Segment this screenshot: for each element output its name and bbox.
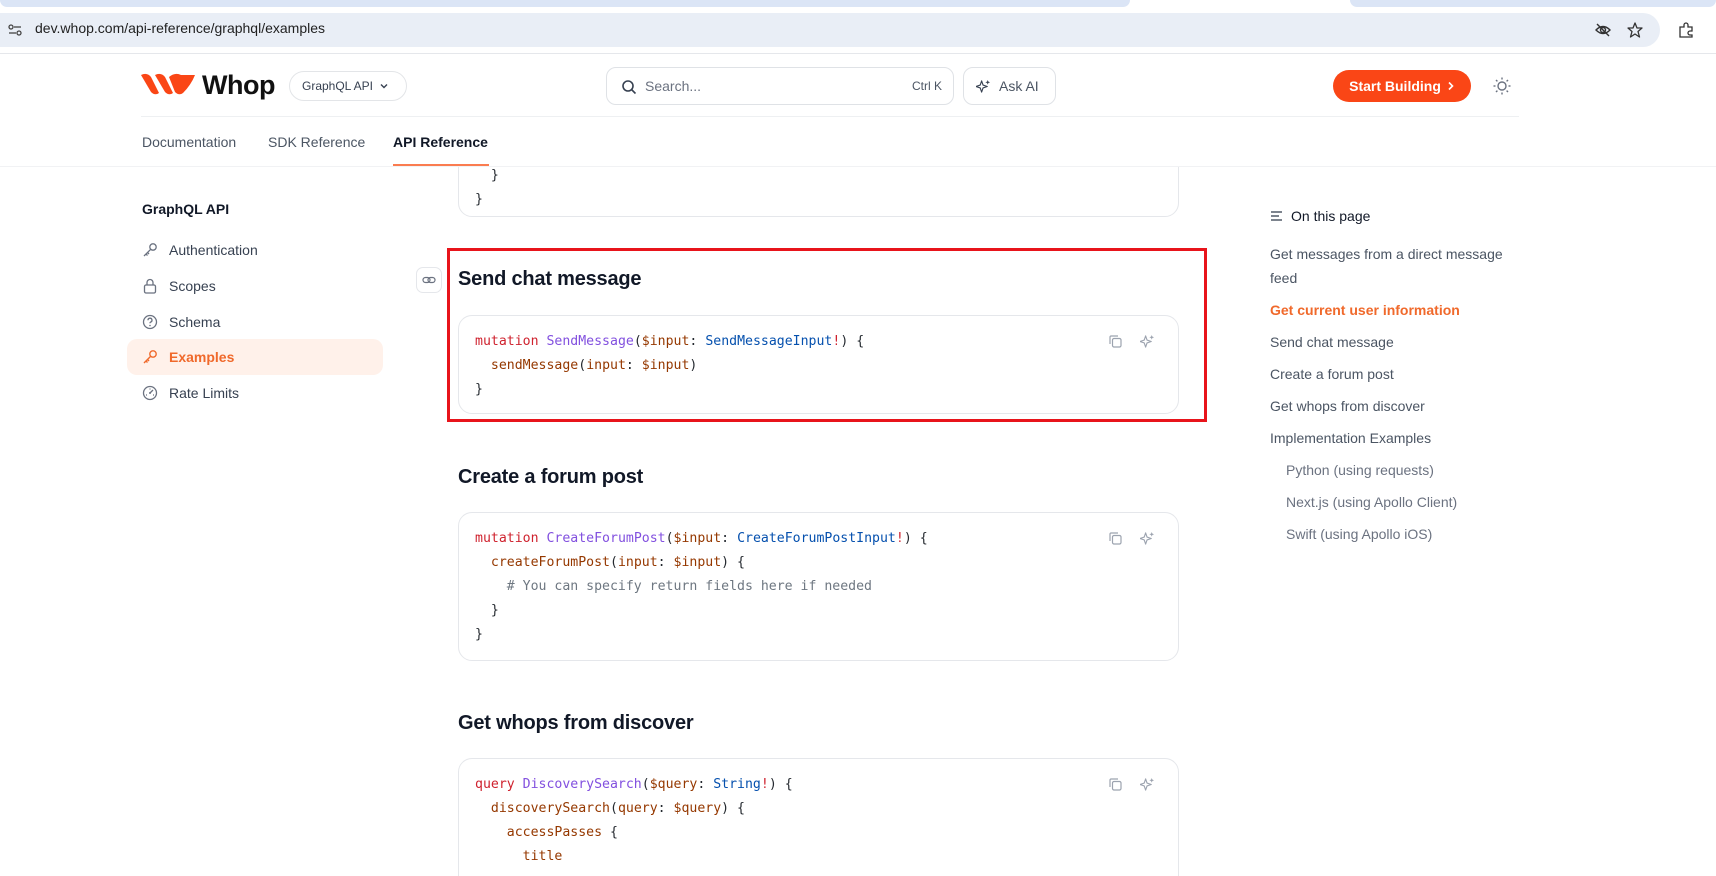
whop-logo-icon[interactable] — [141, 71, 195, 97]
copy-anchor-link-button[interactable] — [416, 267, 442, 293]
toc-heading-label: On this page — [1291, 208, 1371, 224]
toc-item-active[interactable]: Get current user information — [1270, 298, 1530, 322]
sparkle-icon — [976, 79, 991, 93]
toc-item[interactable]: Get messages from a direct message feed — [1270, 242, 1530, 290]
toc-item[interactable]: Get whops from discover — [1270, 394, 1530, 418]
code-text: query DiscoverySearch($query: String!) {… — [475, 777, 793, 864]
search-placeholder: Search... — [645, 78, 702, 94]
topnav-api-reference[interactable]: API Reference — [393, 134, 488, 150]
question-circle-icon — [142, 314, 158, 330]
browser-tabstrip — [0, 0, 1716, 7]
ask-ai-button[interactable]: Ask AI — [963, 67, 1056, 105]
link-icon — [422, 276, 436, 284]
gauge-icon — [142, 385, 158, 401]
search-input[interactable]: Search... Ctrl K — [606, 67, 954, 105]
search-icon — [622, 80, 637, 95]
ask-ai-label: Ask AI — [999, 78, 1039, 94]
topnav-documentation[interactable]: Documentation — [142, 134, 236, 150]
site-settings-icon[interactable] — [8, 23, 22, 37]
sidebar-item-examples[interactable]: Examples — [127, 339, 383, 375]
copy-icon[interactable] — [1106, 529, 1124, 547]
chrome-divider — [0, 53, 1716, 54]
sidebar-item-label: Rate Limits — [169, 385, 240, 401]
toc-heading: On this page — [1270, 208, 1370, 224]
code-text: } } — [475, 168, 499, 207]
lock-icon — [143, 278, 157, 294]
bookmark-star-icon[interactable] — [1625, 20, 1645, 40]
toc-subitem[interactable]: Swift (using Apollo iOS) — [1286, 522, 1546, 546]
eye-off-icon[interactable] — [1593, 20, 1613, 40]
topnav-sdk-reference[interactable]: SDK Reference — [268, 134, 365, 150]
ask-ai-sparkle-icon[interactable] — [1138, 529, 1156, 547]
sidebar-item-rate-limits[interactable]: Rate Limits — [127, 375, 383, 411]
key-icon — [143, 350, 157, 364]
sidebar-item-label: Schema — [169, 314, 221, 330]
sun-icon[interactable] — [1492, 76, 1512, 96]
extensions-icon[interactable] — [1676, 20, 1696, 40]
toc-subitem[interactable]: Next.js (using Apollo Client) — [1286, 490, 1546, 514]
sidebar-item-label: Authentication — [169, 242, 258, 258]
section-heading: Get whops from discover — [458, 712, 694, 734]
toc-item[interactable]: Send chat message — [1270, 330, 1530, 354]
sidebar-item-label: Examples — [169, 349, 235, 365]
api-selector-label: GraphQL API — [302, 79, 373, 93]
chevron-down-icon — [380, 84, 388, 89]
url-text[interactable]: dev.whop.com/api-reference/graphql/examp… — [35, 20, 325, 36]
sidebar-item-authentication[interactable]: Authentication — [127, 232, 383, 268]
header-divider — [141, 116, 1519, 117]
sidebar-item-label: Scopes — [169, 278, 216, 294]
toc-item[interactable]: Implementation Examples — [1270, 426, 1530, 450]
logo-text[interactable]: Whop — [202, 70, 275, 101]
search-shortcut: Ctrl K — [912, 79, 942, 93]
browser-tab[interactable] — [1350, 0, 1716, 7]
start-building-label: Start Building — [1349, 78, 1441, 94]
code-block: query DiscoverySearch($query: String!) {… — [458, 758, 1179, 876]
chevron-right-icon — [1448, 81, 1454, 91]
sidebar-title: GraphQL API — [142, 201, 230, 217]
code-block: mutation CreateForumPost($input: CreateF… — [458, 512, 1179, 661]
toc-item[interactable]: Create a forum post — [1270, 362, 1530, 386]
copy-icon[interactable] — [1106, 775, 1124, 793]
code-text: mutation CreateForumPost($input: CreateF… — [475, 531, 928, 642]
code-block: } } — [458, 167, 1179, 217]
start-building-button[interactable]: Start Building — [1333, 70, 1471, 102]
key-icon — [143, 243, 157, 257]
ask-ai-sparkle-icon[interactable] — [1138, 775, 1156, 793]
highlight-annotation-box — [447, 248, 1207, 422]
browser-tab[interactable] — [0, 0, 1130, 7]
section-heading: Create a forum post — [458, 466, 644, 488]
list-icon — [1271, 211, 1282, 221]
sidebar-item-schema[interactable]: Schema — [127, 304, 383, 340]
api-selector[interactable]: GraphQL API — [289, 71, 407, 101]
toc-subitem[interactable]: Python (using requests) — [1286, 458, 1546, 482]
sidebar-item-scopes[interactable]: Scopes — [127, 268, 383, 304]
